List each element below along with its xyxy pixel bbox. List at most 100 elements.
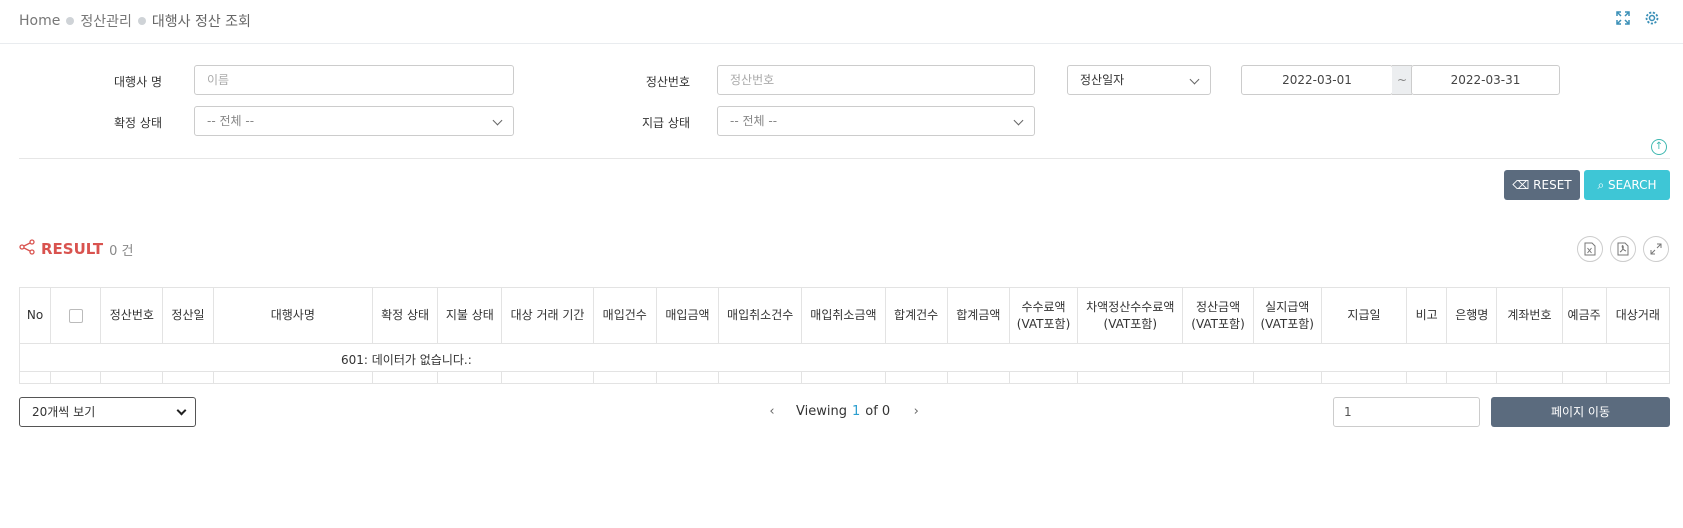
agency-name-input[interactable]: 이름 <box>194 65 514 95</box>
search-icon: ⌕ <box>1597 178 1608 192</box>
page-number-input[interactable]: 1 <box>1333 397 1480 427</box>
table-cell <box>1446 371 1498 384</box>
chevron-down-icon <box>1013 115 1024 126</box>
search-label: SEARCH <box>1607 178 1657 192</box>
table-row-empty <box>18 371 1671 384</box>
breadcrumb-section[interactable]: 정산관리 <box>80 11 132 31</box>
page-size-value: 20개씩 보기 <box>32 405 96 419</box>
table-cell <box>162 371 214 384</box>
table-cell <box>1605 371 1671 384</box>
table-cell <box>1406 371 1448 384</box>
table-cell <box>884 371 948 384</box>
no-data-message: 601: 데이터가 없습니다.: <box>341 353 472 367</box>
column-header: 정산금액 (VAT포함) <box>1182 287 1254 344</box>
payment-status-value: -- 전체 -- <box>730 114 778 128</box>
column-header: 매입금액 <box>655 287 720 344</box>
gear-icon[interactable] <box>1642 10 1662 30</box>
eraser-icon: ⌫ <box>1512 178 1534 192</box>
filter-divider <box>19 158 1670 159</box>
column-header: 대상 거래 기간 <box>501 287 594 344</box>
column-header: 매입취소금액 <box>801 287 886 344</box>
breadcrumb-current: 대행사 정산 조회 <box>151 14 251 30</box>
date-type-value: 정산일자 <box>1080 73 1125 87</box>
table-cell <box>212 371 374 384</box>
result-title: RESULT <box>41 240 104 258</box>
column-header: 정산번호 <box>100 287 164 344</box>
table-cell <box>1320 371 1408 384</box>
select-all-checkbox[interactable] <box>68 308 83 323</box>
breadcrumb-separator <box>137 17 146 25</box>
column-header: 수수료액 (VAT포함) <box>1008 287 1079 344</box>
breadcrumb-separator <box>66 17 75 25</box>
table-cell <box>100 371 164 384</box>
chevron-down-icon <box>176 405 187 416</box>
settlement-number-input[interactable]: 정산번호 <box>717 65 1035 95</box>
result-header: RESULT 0 건 <box>19 239 133 259</box>
share-icon <box>19 239 35 259</box>
date-type-select[interactable]: 정산일자 <box>1067 65 1211 95</box>
column-header: 확정 상태 <box>372 287 439 344</box>
column-header: 지급일 <box>1320 287 1408 344</box>
chevron-down-icon <box>1189 74 1200 85</box>
current-page: 1 <box>851 404 861 419</box>
settlement-number-label: 정산번호 <box>645 75 690 89</box>
total-pages: of 0 <box>865 404 891 419</box>
breadcrumb: Home 정산관리 대행사 정산 조회 <box>19 11 251 31</box>
reset-label: RESET <box>1533 178 1572 192</box>
column-header: 계좌번호 <box>1496 287 1563 344</box>
fullscreen-icon[interactable] <box>1613 10 1633 30</box>
date-from-input[interactable]: 2022-03-01 <box>1241 65 1393 95</box>
date-range-separator: ~ <box>1392 65 1412 95</box>
payment-status-label: 지급 상태 <box>642 116 690 130</box>
table-cell <box>946 371 1010 384</box>
excel-icon[interactable] <box>1577 236 1603 262</box>
table-cell <box>18 371 52 384</box>
date-to-input[interactable]: 2022-03-31 <box>1411 65 1560 95</box>
breadcrumb-home[interactable]: Home <box>19 13 60 29</box>
reset-button[interactable]: ⌫ RESET <box>1504 170 1580 200</box>
table-cell <box>1252 371 1322 384</box>
result-count: 0 건 <box>109 243 134 259</box>
column-header: 매입취소건수 <box>718 287 803 344</box>
table-cell <box>50 371 102 384</box>
table-cell <box>1008 371 1079 384</box>
search-button[interactable]: ⌕ SEARCH <box>1584 170 1670 200</box>
agency-name-label: 대행사 명 <box>114 75 162 89</box>
payment-status-select[interactable]: -- 전체 -- <box>717 106 1035 136</box>
table-cell <box>655 371 720 384</box>
confirm-status-select[interactable]: -- 전체 -- <box>194 106 514 136</box>
column-header: 대행사명 <box>212 287 374 344</box>
prev-page-button[interactable]: ‹ <box>762 404 782 419</box>
column-header: 비고 <box>1406 287 1448 344</box>
table-cell <box>372 371 439 384</box>
next-page-button[interactable]: › <box>906 404 926 419</box>
column-header: No <box>18 287 52 344</box>
column-header: 대상거래 <box>1605 287 1671 344</box>
expand-icon[interactable] <box>1643 236 1669 262</box>
table-cell <box>501 371 594 384</box>
viewing-label: Viewing <box>796 404 847 419</box>
confirm-status-label: 확정 상태 <box>114 116 162 130</box>
column-header: 예금주 <box>1561 287 1607 344</box>
table-header-row: No 정산번호 정산일 대행사명 확정 상태 지불 상태 대상 거래 기간 매입건수 매입금액 매… <box>18 287 1671 344</box>
page-size-select[interactable]: 20개씩 보기 <box>19 397 196 427</box>
table-cell <box>1077 371 1184 384</box>
column-header: 매입건수 <box>592 287 657 344</box>
goto-page-button[interactable]: 페이지 이동 <box>1491 397 1670 427</box>
column-header: 차액정산수수료액 (VAT포함) <box>1077 287 1184 344</box>
top-bar: Home 정산관리 대행사 정산 조회 <box>0 0 1683 44</box>
no-data-cell <box>19 343 1670 372</box>
column-header: 은행명 <box>1446 287 1498 344</box>
column-header: 합계건수 <box>884 287 948 344</box>
table-cell <box>1496 371 1563 384</box>
pdf-icon[interactable] <box>1610 236 1636 262</box>
pager: ‹ Viewing 1 of 0 › <box>762 404 926 419</box>
arrow-up-circle-icon[interactable]: ↑ <box>1651 139 1667 155</box>
column-header: 지불 상태 <box>437 287 503 344</box>
table-cell <box>592 371 657 384</box>
table-cell <box>801 371 886 384</box>
column-header: 합계금액 <box>946 287 1010 344</box>
settlement-table: No 정산번호 정산일 대행사명 확정 상태 지불 상태 대상 거래 기간 매입건수 매입금액 매… <box>18 287 1671 384</box>
column-header <box>50 287 102 344</box>
chevron-down-icon <box>492 115 503 126</box>
